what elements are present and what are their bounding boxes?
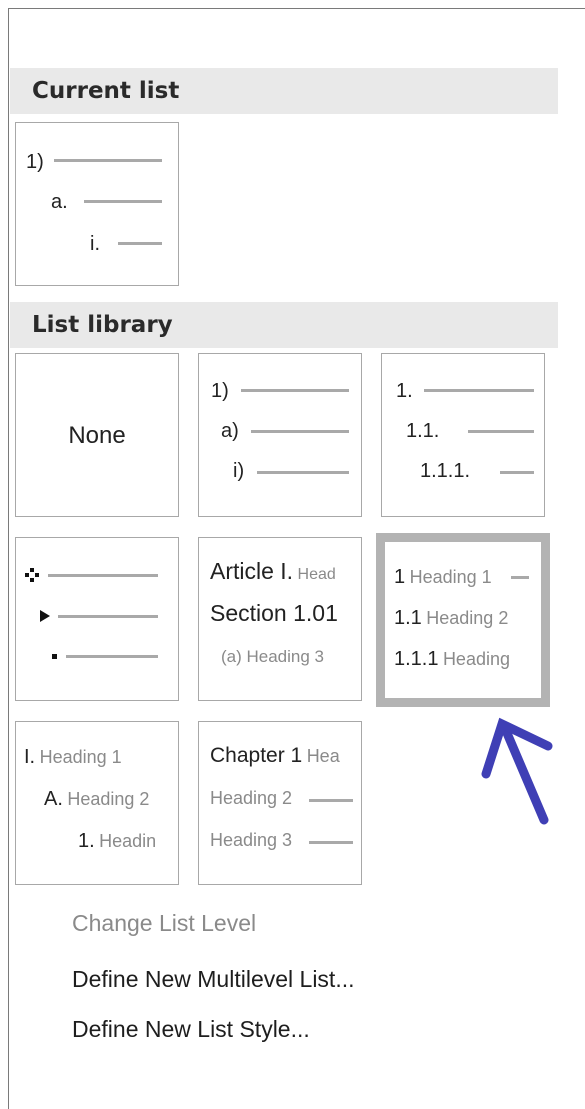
paren-level3: i) xyxy=(233,460,245,482)
decimal-list-tile[interactable]: 1. 1.1. 1.1.1. xyxy=(381,353,545,517)
define-new-list-style-item[interactable]: Define New List Style... xyxy=(72,1016,310,1043)
paren-level2-line xyxy=(251,430,349,433)
article-level3: (a) Heading 3 xyxy=(221,647,325,666)
outline-list-tile[interactable]: I. Heading 1 A. Heading 2 1. Headin xyxy=(15,721,179,885)
level3-line xyxy=(118,242,162,245)
diamond-dots-bullet-icon xyxy=(25,568,39,582)
outline-level2: A. Heading 2 xyxy=(44,788,150,810)
current-list-tile[interactable]: 1) a. i. xyxy=(15,122,179,286)
list-library-header: List library xyxy=(10,302,558,348)
outline-level1: I. Heading 1 xyxy=(24,746,122,768)
decimal-level2: 1.1. xyxy=(406,420,440,442)
chapter-level3: Heading 3 xyxy=(210,830,293,850)
decimal-level3-line xyxy=(500,471,534,474)
article-heading-text: Head xyxy=(297,566,336,583)
paren-list-tile[interactable]: 1) a) i) xyxy=(198,353,362,517)
pointer-arrow-icon xyxy=(481,717,553,825)
paren-level1: 1) xyxy=(211,380,229,402)
level1-line xyxy=(54,159,162,162)
arrow-bullet-icon xyxy=(40,610,50,622)
none-label: None xyxy=(68,422,126,449)
define-new-multilevel-list-item[interactable]: Define New Multilevel List... xyxy=(72,966,355,993)
heading-level2: 1.1 Heading 2 xyxy=(394,607,509,629)
level2-line xyxy=(84,200,162,203)
current-list-header-label: Current list xyxy=(32,78,180,104)
heading-numbered-list-tile[interactable]: 1 Heading 1 1.1 Heading 2 1.1.1 Heading xyxy=(376,533,550,707)
paren-level1-line xyxy=(241,389,349,392)
article-prefix: Article I. xyxy=(210,558,294,584)
section-level2: Section 1.01 xyxy=(210,600,338,626)
bullet-list-tile[interactable] xyxy=(15,537,179,701)
heading-level3: 1.1.1 Heading xyxy=(394,648,510,670)
decimal-level1-line xyxy=(424,389,534,392)
heading-level1-line xyxy=(511,576,529,579)
square-bullet-icon xyxy=(52,654,57,659)
decimal-level2-line xyxy=(468,430,534,433)
chapter-list-tile[interactable]: Chapter 1 Hea Heading 2 Heading 3 xyxy=(198,721,362,885)
current-list-header: Current list xyxy=(10,68,558,114)
list-library-header-label: List library xyxy=(32,312,173,338)
article-list-tile[interactable]: Article I. Head Section 1.01 (a) Heading… xyxy=(198,537,362,701)
none-list-tile[interactable]: None xyxy=(15,353,179,517)
chapter-level1: Chapter 1 Hea xyxy=(210,744,340,767)
paren-level2: a) xyxy=(221,420,239,442)
decimal-level3: 1.1.1. xyxy=(420,460,471,482)
change-list-level-item[interactable]: Change List Level xyxy=(72,910,256,937)
level1-number: 1) xyxy=(26,151,44,173)
article-level1: Article I. Head xyxy=(210,558,358,588)
level2-number: a. xyxy=(51,191,68,213)
heading-level1: 1 Heading 1 xyxy=(394,566,492,588)
chapter-level3-line xyxy=(309,841,353,844)
paren-level3-line xyxy=(257,471,349,474)
decimal-level1: 1. xyxy=(396,380,413,402)
level3-number: i. xyxy=(90,233,100,255)
bullet-level2-line xyxy=(58,615,158,618)
bullet-level3-line xyxy=(66,655,158,658)
bullet-level1-line xyxy=(48,574,158,577)
chapter-level2: Heading 2 xyxy=(210,788,293,808)
outline-level3: 1. Headin xyxy=(78,830,157,852)
chapter-level2-line xyxy=(309,799,353,802)
